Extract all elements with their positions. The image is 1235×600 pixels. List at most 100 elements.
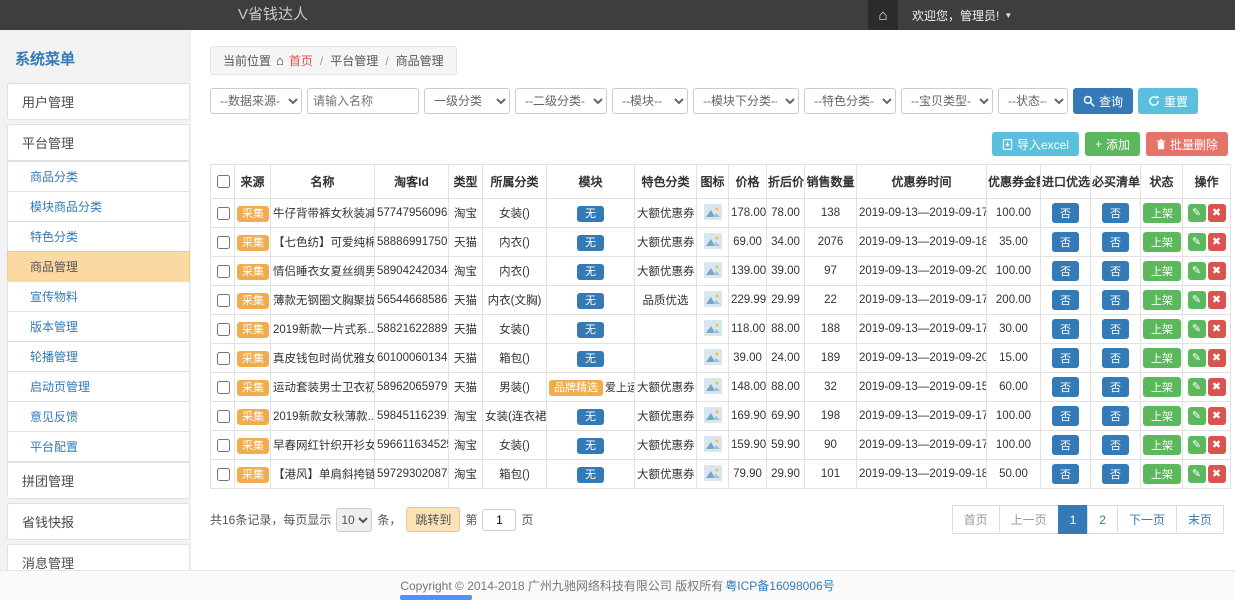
icp-link[interactable]: 粤ICP备16098006号 [725,577,834,594]
must-buy-toggle[interactable]: 否 [1102,348,1129,368]
delete-button[interactable]: ✖ [1208,291,1226,309]
delete-button[interactable]: ✖ [1208,262,1226,280]
horizontal-scrollbar-thumb[interactable] [400,595,472,600]
edit-button[interactable]: ✎ [1188,378,1206,396]
delete-button[interactable]: ✖ [1208,436,1226,454]
status-button[interactable]: 上架 [1143,348,1181,368]
import-select-toggle[interactable]: 否 [1052,232,1079,252]
must-buy-toggle[interactable]: 否 [1102,377,1129,397]
sidebar-item[interactable]: 商品分类 [7,161,190,192]
filter-select[interactable]: --状态-- [998,88,1068,114]
status-button[interactable]: 上架 [1143,319,1181,339]
status-button[interactable]: 上架 [1143,261,1181,281]
must-buy-toggle[interactable]: 否 [1102,464,1129,484]
status-button[interactable]: 上架 [1143,406,1181,426]
sidebar-item[interactable]: 意见反馈 [7,401,190,432]
delete-button[interactable]: ✖ [1208,349,1226,367]
import-select-toggle[interactable]: 否 [1052,290,1079,310]
page-number-input[interactable] [482,509,516,531]
page-button[interactable]: 首页 [952,505,1000,534]
must-buy-toggle[interactable]: 否 [1102,232,1129,252]
filter-select[interactable]: --模块下分类-- [693,88,799,114]
edit-button[interactable]: ✎ [1188,233,1206,251]
page-button[interactable]: 末页 [1176,505,1224,534]
import-select-toggle[interactable]: 否 [1052,406,1079,426]
import-excel-button[interactable]: 导入excel [992,132,1079,156]
sidebar-item[interactable]: 拼团管理 [7,462,190,499]
row-checkbox[interactable] [217,352,230,365]
delete-button[interactable]: ✖ [1208,233,1226,251]
import-select-toggle[interactable]: 否 [1052,348,1079,368]
status-button[interactable]: 上架 [1143,203,1181,223]
sidebar-item[interactable]: 平台配置 [7,431,190,462]
filter-select[interactable]: --特色分类-- [804,88,896,114]
sidebar-item[interactable]: 宣传物料 [7,281,190,312]
delete-button[interactable]: ✖ [1208,320,1226,338]
filter-select[interactable]: --数据来源-- [210,88,302,114]
edit-button[interactable]: ✎ [1188,436,1206,454]
sidebar-item[interactable]: 消息管理 [7,544,190,570]
delete-button[interactable]: ✖ [1208,378,1226,396]
delete-button[interactable]: ✖ [1208,465,1226,483]
reset-button[interactable]: 重置 [1138,88,1198,114]
status-button[interactable]: 上架 [1143,464,1181,484]
page-button[interactable]: 1 [1058,505,1089,534]
status-button[interactable]: 上架 [1143,290,1181,310]
import-select-toggle[interactable]: 否 [1052,377,1079,397]
row-checkbox[interactable] [217,236,230,249]
jump-button[interactable]: 跳转到 [406,507,460,532]
row-checkbox[interactable] [217,294,230,307]
must-buy-toggle[interactable]: 否 [1102,290,1129,310]
must-buy-toggle[interactable]: 否 [1102,261,1129,281]
batch-delete-button[interactable]: 批量删除 [1146,132,1228,156]
status-button[interactable]: 上架 [1143,232,1181,252]
sidebar-item[interactable]: 启动页管理 [7,371,190,402]
row-checkbox[interactable] [217,323,230,336]
sidebar-item[interactable]: 版本管理 [7,311,190,342]
status-button[interactable]: 上架 [1143,435,1181,455]
breadcrumb-home-link[interactable]: 首页 [289,52,313,69]
edit-button[interactable]: ✎ [1188,465,1206,483]
home-button[interactable]: ⌂ [868,0,898,30]
sidebar-item[interactable]: 模块商品分类 [7,191,190,222]
edit-button[interactable]: ✎ [1188,204,1206,222]
select-all-checkbox[interactable] [217,175,230,188]
sidebar-item[interactable]: 特色分类 [7,221,190,252]
import-select-toggle[interactable]: 否 [1052,435,1079,455]
sidebar-item[interactable]: 商品管理 [7,251,190,282]
delete-button[interactable]: ✖ [1208,407,1226,425]
user-menu[interactable]: 欢迎您，管理员! ▼ [898,7,1026,24]
must-buy-toggle[interactable]: 否 [1102,319,1129,339]
import-select-toggle[interactable]: 否 [1052,319,1079,339]
must-buy-toggle[interactable]: 否 [1102,435,1129,455]
row-checkbox[interactable] [217,439,230,452]
filter-select[interactable]: --模块-- [612,88,688,114]
filter-select[interactable]: 一级分类 [424,88,510,114]
page-button[interactable]: 2 [1087,505,1118,534]
import-select-toggle[interactable]: 否 [1052,203,1079,223]
add-button[interactable]: + 添加 [1085,132,1140,156]
page-button[interactable]: 上一页 [999,505,1059,534]
filter-select[interactable]: --二级分类-- [515,88,607,114]
row-checkbox[interactable] [217,207,230,220]
must-buy-toggle[interactable]: 否 [1102,406,1129,426]
page-button[interactable]: 下一页 [1117,505,1177,534]
row-checkbox[interactable] [217,468,230,481]
import-select-toggle[interactable]: 否 [1052,261,1079,281]
status-button[interactable]: 上架 [1143,377,1181,397]
must-buy-toggle[interactable]: 否 [1102,203,1129,223]
sidebar-item[interactable]: 用户管理 [7,83,190,120]
row-checkbox[interactable] [217,410,230,423]
edit-button[interactable]: ✎ [1188,349,1206,367]
filter-select[interactable]: --宝贝类型-- [901,88,993,114]
edit-button[interactable]: ✎ [1188,407,1206,425]
edit-button[interactable]: ✎ [1188,262,1206,280]
edit-button[interactable]: ✎ [1188,291,1206,309]
delete-button[interactable]: ✖ [1208,204,1226,222]
sidebar-item[interactable]: 平台管理 [7,124,190,161]
sidebar-item[interactable]: 轮播管理 [7,341,190,372]
sidebar-item[interactable]: 省钱快报 [7,503,190,540]
edit-button[interactable]: ✎ [1188,320,1206,338]
row-checkbox[interactable] [217,265,230,278]
per-page-select[interactable]: 10 [336,508,372,532]
